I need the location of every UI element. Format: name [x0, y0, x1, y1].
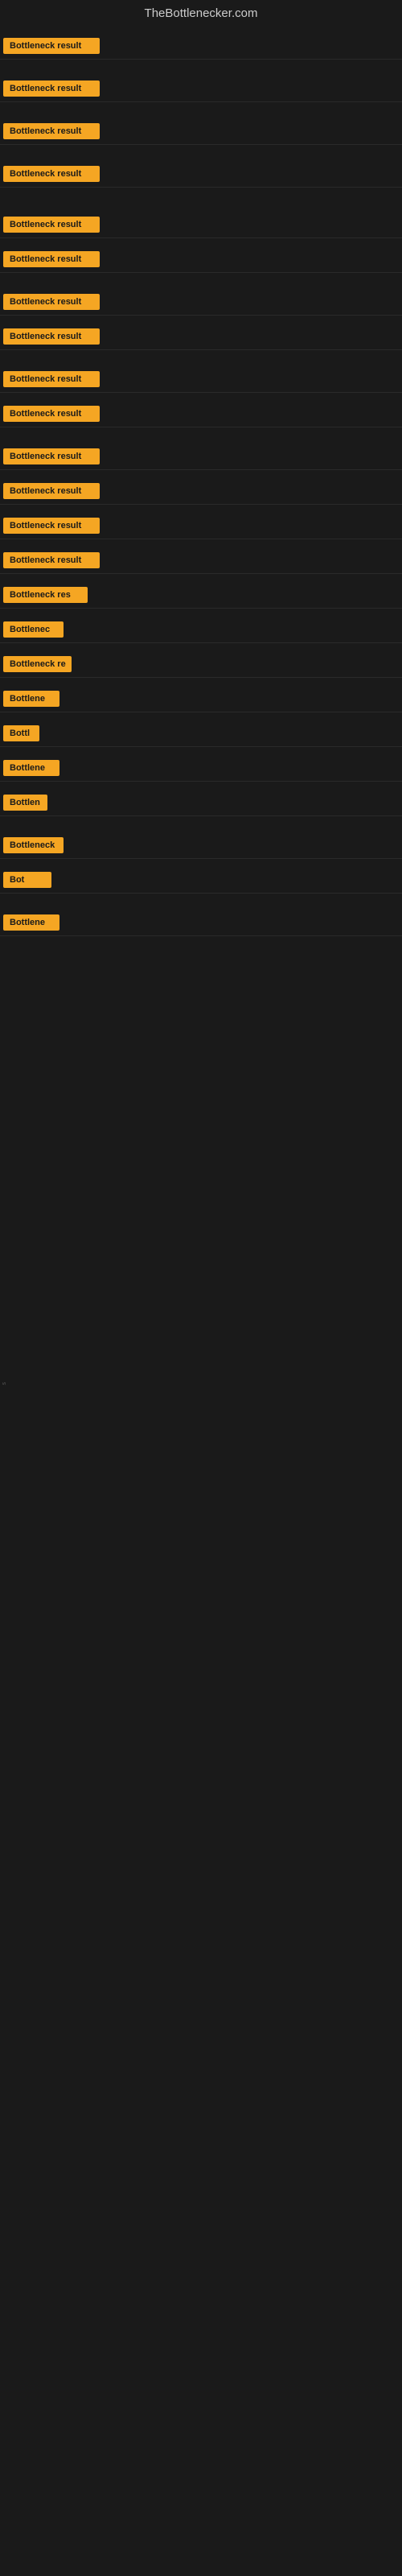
bottleneck-badge: Bottleneck result: [3, 483, 100, 499]
bottleneck-result-item[interactable]: Bottleneck result: [0, 246, 402, 273]
bottleneck-badge: Bottlenec: [3, 621, 64, 638]
bottleneck-badge: Bottleneck result: [3, 251, 100, 267]
bottleneck-result-item[interactable]: Bottleneck result: [0, 444, 402, 470]
bottleneck-result-item[interactable]: Bottlene: [0, 910, 402, 936]
bottleneck-result-item[interactable]: Bottlen: [0, 790, 402, 816]
bottleneck-result-item[interactable]: Bottl: [0, 720, 402, 747]
bottleneck-result-item[interactable]: Bottleneck result: [0, 161, 402, 188]
bottleneck-badge: Bottleneck result: [3, 371, 100, 387]
bottleneck-result-item[interactable]: Bottlene: [0, 686, 402, 712]
bottleneck-result-item[interactable]: Bot: [0, 867, 402, 894]
bottleneck-result-item[interactable]: Bottleneck result: [0, 289, 402, 316]
small-label: s: [2, 1382, 7, 1385]
bottleneck-badge: Bottleneck result: [3, 448, 100, 464]
bottleneck-badge: Bottleneck result: [3, 518, 100, 534]
bottleneck-result-item[interactable]: Bottlenec: [0, 617, 402, 643]
bottleneck-badge: Bottleneck result: [3, 80, 100, 97]
bottleneck-result-item[interactable]: Bottleneck res: [0, 582, 402, 609]
bottleneck-badge: Bottleneck res: [3, 587, 88, 603]
bottleneck-badge: Bottleneck result: [3, 294, 100, 310]
bottleneck-result-item[interactable]: Bottleneck: [0, 832, 402, 859]
bottleneck-result-item[interactable]: Bottleneck result: [0, 547, 402, 574]
bottleneck-badge: Bottlene: [3, 914, 59, 931]
bottleneck-badge: Bottleneck result: [3, 38, 100, 54]
bottleneck-badge: Bottleneck result: [3, 217, 100, 233]
bottleneck-badge: Bottl: [3, 725, 39, 741]
bottleneck-badge: Bottleneck result: [3, 406, 100, 422]
bottleneck-badge: Bottleneck result: [3, 123, 100, 139]
bottleneck-badge: Bottlene: [3, 691, 59, 707]
bottleneck-badge: Bottlen: [3, 795, 47, 811]
bottleneck-result-item[interactable]: Bottleneck result: [0, 33, 402, 60]
bottleneck-badge: Bottleneck result: [3, 166, 100, 182]
items-container: Bottleneck result Bottleneck result Bottle…: [0, 30, 402, 936]
bottleneck-badge: Bottleneck result: [3, 328, 100, 345]
bottleneck-result-item[interactable]: Bottleneck result: [0, 76, 402, 102]
site-header: TheBottlenecker.com: [0, 0, 402, 30]
bottleneck-result-item[interactable]: Bottleneck result: [0, 366, 402, 393]
bottleneck-result-item[interactable]: Bottleneck result: [0, 324, 402, 350]
bottleneck-result-item[interactable]: Bottleneck result: [0, 513, 402, 539]
bottleneck-result-item[interactable]: Bottleneck result: [0, 478, 402, 505]
bottleneck-result-item[interactable]: Bottleneck result: [0, 212, 402, 238]
bottleneck-result-item[interactable]: Bottlene: [0, 755, 402, 782]
bottleneck-badge: Bottleneck: [3, 837, 64, 853]
site-title: TheBottlenecker.com: [145, 6, 258, 20]
bottleneck-badge: Bot: [3, 872, 51, 888]
bottleneck-badge: Bottlene: [3, 760, 59, 776]
bottleneck-result-item[interactable]: Bottleneck result: [0, 118, 402, 145]
bottleneck-result-item[interactable]: Bottleneck re: [0, 651, 402, 678]
bottleneck-badge: Bottleneck re: [3, 656, 72, 672]
bottleneck-badge: Bottleneck result: [3, 552, 100, 568]
bottleneck-result-item[interactable]: Bottleneck result: [0, 401, 402, 427]
